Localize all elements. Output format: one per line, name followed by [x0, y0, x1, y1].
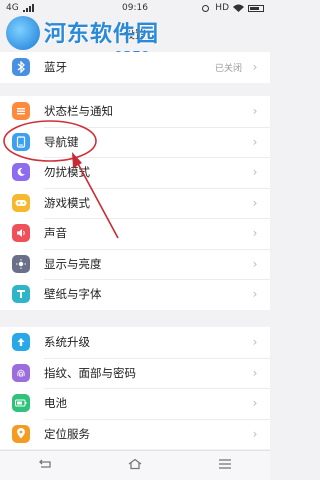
settings-item-label: 勿扰模式	[44, 165, 90, 180]
chevron-right-icon: ›	[252, 226, 258, 241]
back-arrow-icon[interactable]: ‹	[8, 25, 14, 41]
battery-status-icon	[248, 4, 264, 12]
settings-item-navigation-keys[interactable]: 导航键 ›	[0, 126, 270, 158]
status-bar: 4G 09:16 HD	[0, 0, 270, 16]
settings-group-display: 状态栏与通知 › 导航键 › 勿扰模式 › 游戏模式 › 声音 › 显示与亮度 …	[0, 96, 270, 310]
settings-item-label: 电池	[44, 396, 67, 411]
settings-item-label: 声音	[44, 226, 67, 241]
chevron-right-icon: ›	[252, 426, 258, 441]
wallpaper-icon	[12, 285, 30, 304]
upgrade-icon	[12, 333, 30, 352]
settings-item-bluetooth[interactable]: 蓝牙 已关闭 ›	[0, 52, 270, 83]
navigation-keys-icon	[12, 132, 30, 151]
clock: 09:16	[122, 3, 148, 13]
chevron-right-icon: ›	[252, 256, 258, 271]
settings-item-do-not-disturb[interactable]: 勿扰模式 ›	[0, 157, 270, 188]
chevron-right-icon: ›	[252, 195, 258, 210]
settings-item-label: 游戏模式	[44, 195, 90, 210]
back-icon[interactable]	[37, 458, 53, 474]
system-nav-bar	[0, 450, 270, 480]
title-bar: ‹ 设置	[0, 16, 270, 52]
settings-item-display-brightness[interactable]: 显示与亮度 ›	[0, 248, 270, 280]
settings-item-wallpaper-font[interactable]: 壁纸与字体 ›	[0, 279, 270, 310]
location-icon	[12, 424, 30, 443]
chevron-right-icon: ›	[252, 60, 258, 75]
settings-item-label: 指纹、面部与密码	[44, 365, 136, 380]
settings-item-system-upgrade[interactable]: 系统升级 ›	[0, 327, 270, 358]
settings-item-label: 系统升级	[44, 335, 90, 350]
page-title: 设置	[124, 28, 146, 41]
fingerprint-icon	[12, 363, 30, 382]
brightness-icon	[12, 254, 30, 273]
settings-item-status-bar[interactable]: 状态栏与通知 ›	[0, 96, 270, 127]
settings-item-fingerprint-face-password[interactable]: 指纹、面部与密码 ›	[0, 357, 270, 389]
settings-item-game-mode[interactable]: 游戏模式 ›	[0, 187, 270, 219]
settings-item-label: 导航键	[44, 134, 79, 149]
gamepad-icon	[12, 193, 30, 212]
status-bar-icon	[12, 102, 30, 121]
settings-item-label: 壁纸与字体	[44, 287, 102, 302]
settings-item-location[interactable]: 定位服务 ›	[0, 418, 270, 450]
chevron-right-icon: ›	[252, 335, 258, 350]
settings-item-label: 状态栏与通知	[44, 104, 113, 119]
chevron-right-icon: ›	[252, 365, 258, 380]
chevron-right-icon: ›	[252, 104, 258, 119]
settings-item-sound[interactable]: 声音 ›	[0, 218, 270, 249]
settings-item-label: 蓝牙	[44, 60, 67, 75]
settings-item-value: 已关闭	[214, 63, 242, 74]
chevron-right-icon: ›	[252, 165, 258, 180]
settings-group-system: 系统升级 › 指纹、面部与密码 › 电池 › 定位服务 ›	[0, 327, 270, 449]
battery-icon	[12, 394, 30, 413]
speaker-icon	[12, 224, 30, 243]
settings-item-label: 显示与亮度	[44, 256, 102, 271]
moon-icon	[12, 163, 30, 182]
chevron-right-icon: ›	[252, 396, 258, 411]
settings-item-label: 定位服务	[44, 426, 90, 441]
settings-item-battery[interactable]: 电池 ›	[0, 388, 270, 419]
chevron-right-icon: ›	[252, 287, 258, 302]
bluetooth-icon	[12, 58, 30, 77]
menu-icon[interactable]	[217, 458, 233, 474]
chevron-right-icon: ›	[252, 134, 258, 149]
home-icon[interactable]	[127, 458, 143, 474]
settings-group-connectivity: 蓝牙 已关闭 ›	[0, 52, 270, 83]
